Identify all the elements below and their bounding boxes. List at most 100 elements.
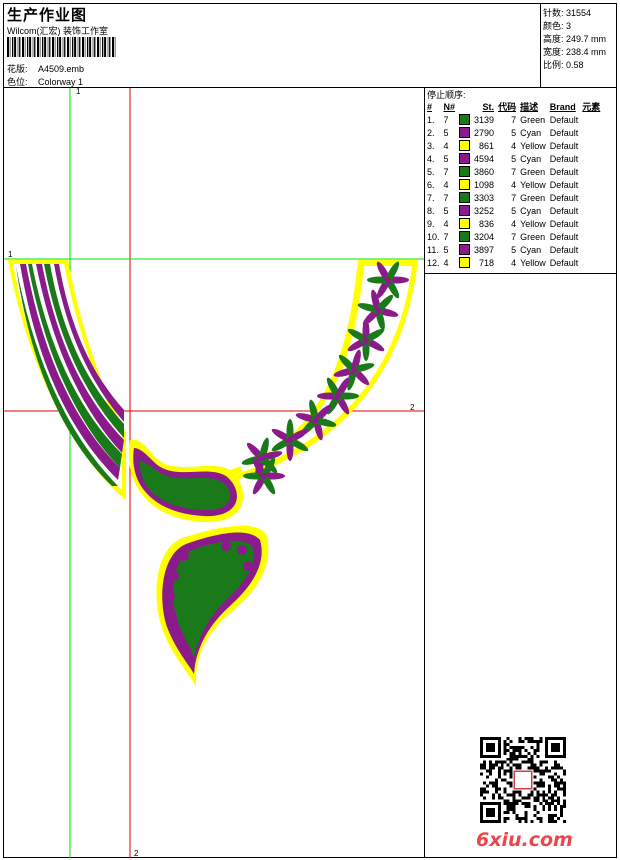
row-desc: Green xyxy=(520,114,546,125)
row-index: 5. xyxy=(427,166,435,177)
paisley-dot xyxy=(169,571,179,581)
color-swatch xyxy=(459,140,471,152)
color-swatch xyxy=(459,153,471,165)
right-floral-band xyxy=(230,260,418,495)
row-desc: Yellow xyxy=(520,140,546,151)
row-stitches: 3139 xyxy=(474,114,495,125)
stat-height: 高度: 249.7 mm xyxy=(543,34,607,44)
table-bottom-divider xyxy=(424,273,617,274)
col-desc: 描述 xyxy=(520,102,539,112)
table-row: 5. 7 3860 7 Green Default xyxy=(425,165,602,178)
table-row: 2. 5 2790 5 Cyan Default xyxy=(425,126,602,139)
upper-paisley xyxy=(128,439,244,523)
row-needle: 4 xyxy=(443,179,449,190)
guide-h1-label: 1 xyxy=(8,250,13,259)
row-brand: Default xyxy=(549,231,579,242)
row-needle: 7 xyxy=(443,114,449,125)
col-stitches: St. xyxy=(482,101,495,112)
row-needle: 5 xyxy=(443,127,449,138)
row-brand: Default xyxy=(549,218,579,229)
row-swatch xyxy=(457,256,472,269)
row-code: 4 xyxy=(511,179,517,190)
stat-colors: 颜色: 3 xyxy=(543,21,572,31)
company-name: Wilcom(汇宏) 装饰工作室 xyxy=(7,26,108,36)
row-index: 11. xyxy=(427,244,439,255)
row-stitches: 3860 xyxy=(474,166,495,177)
row-swatch xyxy=(457,165,472,178)
row-stitches: 718 xyxy=(479,257,495,268)
row-brand: Default xyxy=(549,166,579,177)
color-swatch xyxy=(459,166,471,178)
row-swatch xyxy=(457,126,472,139)
color-swatch xyxy=(459,244,471,256)
table-header-row: # N# St. 代码 描述 Brand 元素 xyxy=(425,100,602,113)
row-element xyxy=(580,126,602,139)
row-index: 9. xyxy=(427,218,435,229)
row-needle: 4 xyxy=(443,140,449,151)
row-element xyxy=(580,256,602,269)
row-desc: Green xyxy=(520,231,546,242)
paisley-dot xyxy=(173,629,183,639)
row-code: 7 xyxy=(511,192,517,203)
row-index: 1. xyxy=(427,114,435,125)
color-swatch xyxy=(459,192,471,204)
table-row: 10. 7 3204 7 Green Default xyxy=(425,230,602,243)
row-index: 3. xyxy=(427,140,435,151)
paisley-dot xyxy=(237,545,247,555)
row-element xyxy=(580,191,602,204)
row-swatch xyxy=(457,204,472,217)
row-element xyxy=(580,230,602,243)
row-code: 5 xyxy=(511,153,517,164)
row-swatch xyxy=(457,217,472,230)
row-needle: 5 xyxy=(443,205,449,216)
row-swatch xyxy=(457,178,472,191)
color-swatch xyxy=(459,205,471,217)
row-stitches: 1098 xyxy=(474,179,495,190)
row-stitches: 861 xyxy=(479,140,495,151)
row-element xyxy=(580,113,602,126)
row-element xyxy=(580,165,602,178)
row-stitches: 3204 xyxy=(474,231,495,242)
col-swatch xyxy=(457,100,472,113)
watermark: 6xiu.com xyxy=(476,829,573,851)
row-needle: 4 xyxy=(443,257,449,268)
row-stitches: 2790 xyxy=(474,127,495,138)
row-brand: Default xyxy=(549,257,579,268)
color-swatch xyxy=(459,127,471,139)
col-code: 代码 xyxy=(498,102,517,112)
row-code: 7 xyxy=(511,166,517,177)
row-desc: Cyan xyxy=(520,244,542,255)
table-row: 8. 5 3252 5 Cyan Default xyxy=(425,204,602,217)
colorway-info: 色位: Colorway 1 xyxy=(7,75,83,88)
row-element xyxy=(580,217,602,230)
row-brand: Default xyxy=(549,192,579,203)
row-brand: Default xyxy=(549,153,579,164)
colorway-label: 色位: xyxy=(7,77,28,87)
row-needle: 5 xyxy=(443,153,449,164)
row-desc: Yellow xyxy=(520,179,546,190)
guide-h2-label: 2 xyxy=(410,403,415,412)
row-index: 10. xyxy=(427,231,440,242)
stats-divider xyxy=(540,3,541,88)
color-swatch xyxy=(459,114,471,126)
design-filename: A4509.emb xyxy=(38,64,85,74)
color-swatch xyxy=(459,231,471,243)
col-index: # xyxy=(427,101,433,112)
row-brand: Default xyxy=(549,114,579,125)
row-code: 5 xyxy=(511,127,517,138)
row-needle: 5 xyxy=(443,244,449,255)
row-brand: Default xyxy=(549,140,579,151)
barcode xyxy=(7,37,116,57)
row-stitches: 3303 xyxy=(474,192,495,203)
table-row: 4. 5 4594 5 Cyan Default xyxy=(425,152,602,165)
row-swatch xyxy=(457,152,472,165)
row-brand: Default xyxy=(549,205,579,216)
stat-scale: 比例: 0.58 xyxy=(543,60,584,70)
color-swatch xyxy=(459,257,471,269)
table-row: 6. 4 1098 4 Yellow Default xyxy=(425,178,602,191)
row-desc: Green xyxy=(520,166,546,177)
row-stitches: 3252 xyxy=(474,205,495,216)
row-swatch xyxy=(457,139,472,152)
row-code: 4 xyxy=(511,218,517,229)
row-swatch xyxy=(457,191,472,204)
